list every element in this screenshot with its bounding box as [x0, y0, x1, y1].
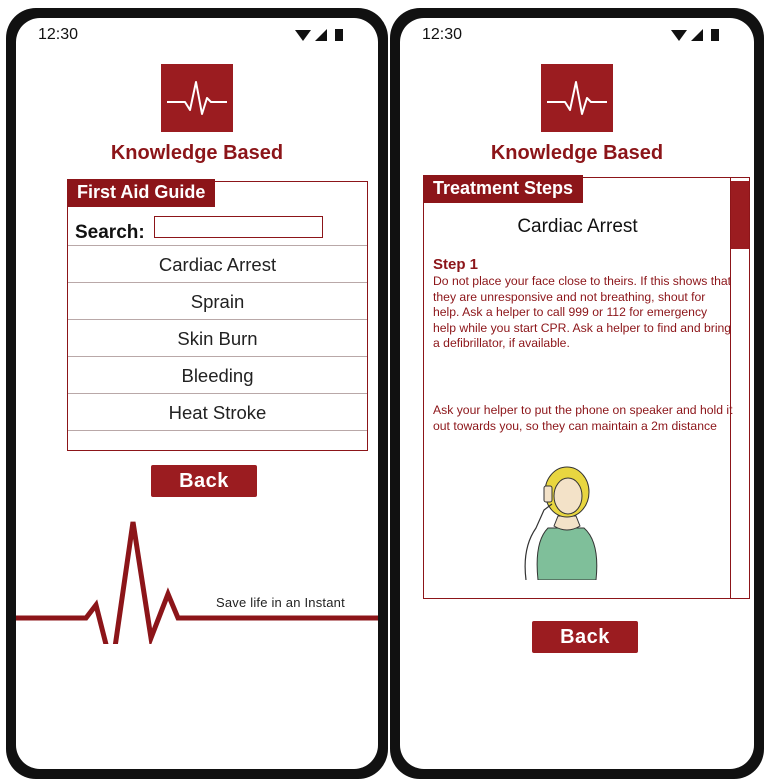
- ecg-line-icon: [16, 521, 378, 644]
- step-paragraph-2: Ask your helper to put the phone on spea…: [433, 403, 733, 433]
- signal-icon: [691, 29, 703, 41]
- condition-title: Cardiac Arrest: [517, 216, 638, 237]
- panel-tab-first-aid-guide: First Aid Guide: [67, 179, 216, 207]
- heartbeat-logo-icon: [167, 81, 227, 115]
- search-label: Search:: [75, 222, 145, 243]
- list-item-bleeding[interactable]: Bleeding: [68, 356, 367, 394]
- status-icons: [671, 29, 719, 41]
- signal-icon: [315, 29, 327, 41]
- brand-title: Knowledge Based: [110, 142, 284, 164]
- battery-icon: [711, 29, 719, 41]
- heartbeat-logo-icon: [547, 81, 607, 115]
- search-input[interactable]: [154, 216, 323, 238]
- panel-tab-treatment-steps: Treatment Steps: [423, 175, 584, 203]
- status-icons: [295, 29, 343, 41]
- first-aid-guide-panel: First Aid Guide Search: Cardiac Arrest S…: [67, 179, 368, 451]
- phone-frame-left: 12:30 Knowledge Based First Aid Guide Se…: [6, 8, 388, 779]
- scrollbar[interactable]: [730, 178, 749, 598]
- scroll-thumb[interactable]: [731, 181, 749, 249]
- step-paragraph-1: Do not place your face close to theirs. …: [433, 274, 732, 350]
- treatment-steps-screen: 12:30 Knowledge Based Treatment Steps Ca…: [400, 18, 754, 769]
- wifi-icon: [671, 30, 687, 41]
- list-item-sprain[interactable]: Sprain: [68, 282, 367, 320]
- first-aid-guide-screen: 12:30 Knowledge Based First Aid Guide Se…: [16, 18, 378, 769]
- battery-icon: [335, 29, 343, 41]
- list-item-empty: [68, 430, 367, 449]
- status-time: 12:30: [422, 26, 463, 43]
- person-on-phone-illustration: [524, 466, 598, 580]
- back-button[interactable]: Back: [151, 465, 257, 497]
- tagline: Save life in an Instant: [216, 595, 345, 610]
- back-button[interactable]: Back: [532, 621, 638, 653]
- step-title: Step 1: [433, 256, 479, 273]
- brand-title: Knowledge Based: [490, 142, 664, 164]
- list-item-cardiac-arrest[interactable]: Cardiac Arrest: [68, 245, 367, 283]
- treatment-steps-panel: Treatment Steps Cardiac Arrest Step 1 Do…: [423, 175, 750, 599]
- status-bar: 12:30: [16, 18, 378, 52]
- list-item-heat-stroke[interactable]: Heat Stroke: [68, 393, 367, 431]
- wifi-icon: [295, 30, 311, 41]
- app-logo: [161, 64, 233, 132]
- phone-frame-right: 12:30 Knowledge Based Treatment Steps Ca…: [390, 8, 764, 779]
- status-bar: 12:30: [400, 18, 754, 52]
- status-time: 12:30: [38, 26, 79, 43]
- list-item-skin-burn[interactable]: Skin Burn: [68, 319, 367, 357]
- app-logo: [541, 64, 613, 132]
